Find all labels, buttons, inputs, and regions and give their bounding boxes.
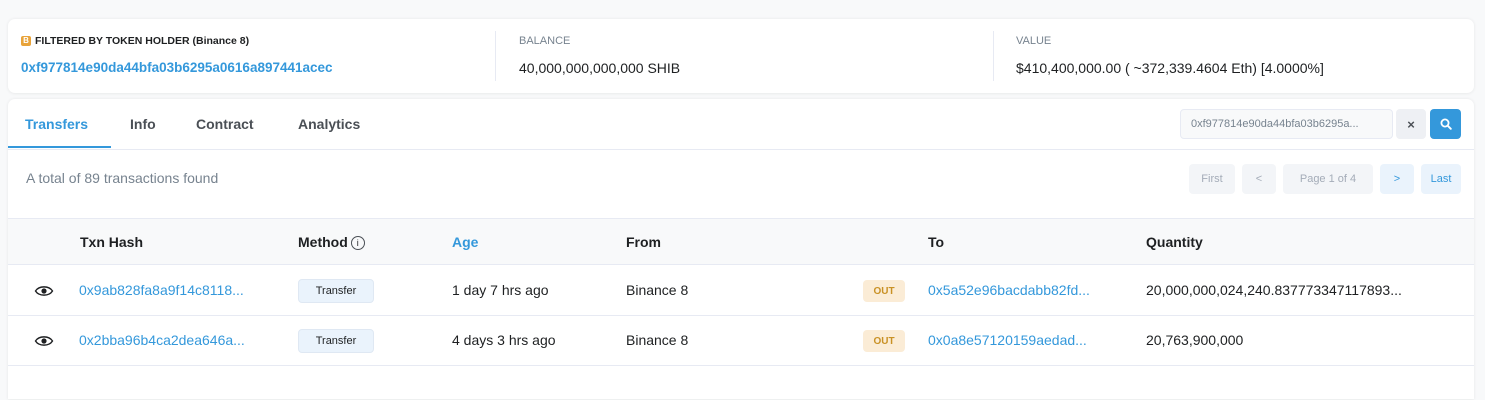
address-filter-input[interactable]: 0xf977814e90da44bfa03b6295a... [1180, 109, 1393, 139]
search-icon [1440, 118, 1452, 130]
balance-label: BALANCE [519, 35, 571, 47]
value-label: VALUE [1016, 35, 1052, 47]
method-badge: Transfer [298, 329, 374, 353]
filter-heading: B FILTERED BY TOKEN HOLDER (Binance 8) [21, 34, 333, 48]
tab-info[interactable]: Info [130, 115, 156, 133]
quantity-cell: 20,763,900,000 [1146, 332, 1244, 348]
txn-hash-link[interactable]: 0x9ab828fa8a9f14c8118... [79, 281, 244, 299]
column-age[interactable]: Age [452, 233, 478, 251]
column-quantity: Quantity [1146, 234, 1203, 250]
info-circle-icon[interactable]: i [350, 236, 365, 250]
prev-page-button[interactable]: < [1242, 164, 1276, 194]
first-page-button[interactable]: First [1189, 164, 1235, 194]
divider [993, 31, 994, 81]
value-value: $410,400,000.00 ( ~372,339.4604 Eth) [4.… [1016, 60, 1324, 76]
total-transactions-text: A total of 89 transactions found [26, 170, 219, 186]
value-info: VALUE $410,400,000.00 ( ~372,339.4604 Et… [1016, 34, 1324, 77]
txn-hash-link[interactable]: 0x2bba96b4ca2dea646a... [79, 331, 245, 349]
search-button[interactable] [1430, 109, 1461, 139]
filter-label: FILTERED BY TOKEN HOLDER (Binance 8) [35, 35, 250, 47]
direction-badge: OUT [863, 330, 905, 352]
column-method-label: Method [298, 234, 348, 250]
binance-filter-icon: B [21, 36, 31, 46]
holder-address-link[interactable]: 0xf977814e90da44bfa03b6295a0616a897441ac… [21, 59, 333, 77]
table-row: 0x9ab828fa8a9f14c8118... Transfer 1 day … [8, 266, 1474, 316]
balance-info: BALANCE 40,000,000,000,000 SHIB [519, 34, 680, 77]
filter-info: B FILTERED BY TOKEN HOLDER (Binance 8) 0… [21, 34, 333, 77]
tab-bar: Transfers Info Contract Analytics 0xf977… [8, 99, 1474, 150]
clear-filter-button[interactable]: × [1396, 109, 1426, 139]
age-cell: 1 day 7 hrs ago [452, 282, 549, 298]
direction-badge: OUT [863, 280, 905, 302]
column-from: From [626, 234, 661, 250]
divider [495, 31, 496, 81]
next-page-button[interactable]: > [1380, 164, 1414, 194]
table-header: Txn Hash Method i Age From To Quantity [8, 218, 1474, 265]
eye-icon[interactable] [34, 334, 54, 348]
from-cell: Binance 8 [626, 332, 689, 348]
eye-icon[interactable] [34, 284, 54, 298]
transfers-panel: Transfers Info Contract Analytics 0xf977… [8, 99, 1474, 399]
quantity-cell: 20,000,000,024,240.837773347117893... [1146, 282, 1402, 298]
column-to: To [928, 234, 945, 250]
from-cell: Binance 8 [626, 282, 689, 298]
last-page-button[interactable]: Last [1421, 164, 1461, 194]
tab-analytics[interactable]: Analytics [298, 115, 360, 133]
tab-transfers[interactable]: Transfers [25, 115, 88, 133]
to-address-link[interactable]: 0x5a52e96bacdabb82fd... [928, 281, 1090, 299]
token-holder-summary: B FILTERED BY TOKEN HOLDER (Binance 8) 0… [8, 19, 1474, 93]
to-address-link[interactable]: 0x0a8e57120159aedad... [928, 331, 1087, 349]
method-badge: Transfer [298, 279, 374, 303]
page-indicator: Page 1 of 4 [1283, 164, 1373, 194]
column-txn-hash: Txn Hash [80, 234, 144, 250]
active-tab-indicator [8, 146, 111, 148]
table-row: 0x2bba96b4ca2dea646a... Transfer 4 days … [8, 316, 1474, 366]
close-icon: × [1407, 116, 1415, 132]
column-method: Method i [298, 233, 365, 251]
age-cell: 4 days 3 hrs ago [452, 332, 556, 348]
balance-value: 40,000,000,000,000 SHIB [519, 60, 681, 76]
tab-contract[interactable]: Contract [196, 115, 254, 133]
